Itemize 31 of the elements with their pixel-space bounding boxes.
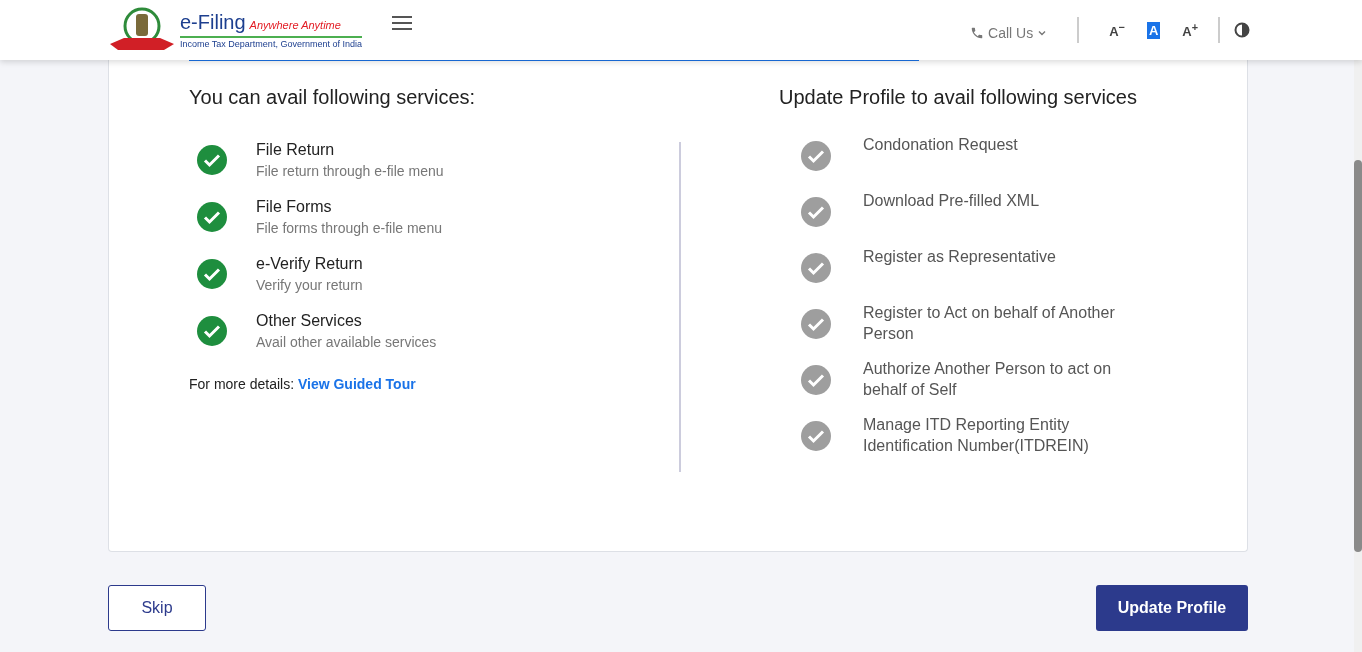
more-details-text: For more details: View Guided Tour <box>189 376 417 392</box>
brand-subtitle: Income Tax Department, Government of India <box>180 39 362 49</box>
service-title: Manage ITD Reporting Entity Identification Number(ITDREIN) <box>863 415 1090 456</box>
phone-icon <box>970 26 985 40</box>
service-description: Verify your return <box>256 277 363 293</box>
font-size-button[interactable]: A$^{−}$ <box>1107 19 1127 41</box>
update-profile-button[interactable]: Update Profile <box>1096 585 1248 631</box>
service-title: File Return <box>256 140 336 160</box>
brand-name: e-Filing <box>180 11 246 34</box>
skip-button[interactable]: Skip <box>108 585 206 631</box>
service-title: Authorize Another Person to act on behalf of Self <box>863 359 1113 400</box>
service-title: File Forms <box>256 197 333 217</box>
service-title: Other Services <box>256 311 363 331</box>
contrast-icon[interactable] <box>1234 22 1250 38</box>
guided-tour-link[interactable]: View Guided Tour <box>297 376 416 392</box>
service-description: Avail other available services <box>256 334 437 350</box>
call-us-dropdown[interactable]: Call Us <box>970 25 1048 41</box>
service-title: Download Pre-filled XML <box>863 191 1040 211</box>
section-heading: Update Profile to avail following services <box>779 86 1138 110</box>
font-size-button[interactable]: A$^{+}$ <box>1180 19 1200 41</box>
service-title: Register as Representative <box>863 247 1056 267</box>
chevron-down-icon <box>1037 28 1048 38</box>
service-title: e-Verify Return <box>256 254 363 274</box>
service-description: File return through e-file menu <box>256 163 444 179</box>
service-title: Condonation Request <box>863 135 1018 155</box>
brand-tagline: Anywhere Anytime <box>249 19 341 31</box>
section-heading: You can avail following services: <box>189 86 477 110</box>
menu-icon[interactable] <box>391 16 412 30</box>
font-size-button[interactable]: A <box>1146 21 1161 39</box>
service-title: Register to Act on behalf of Another Person <box>863 303 1116 344</box>
service-description: File forms through e-file menu <box>256 220 442 236</box>
